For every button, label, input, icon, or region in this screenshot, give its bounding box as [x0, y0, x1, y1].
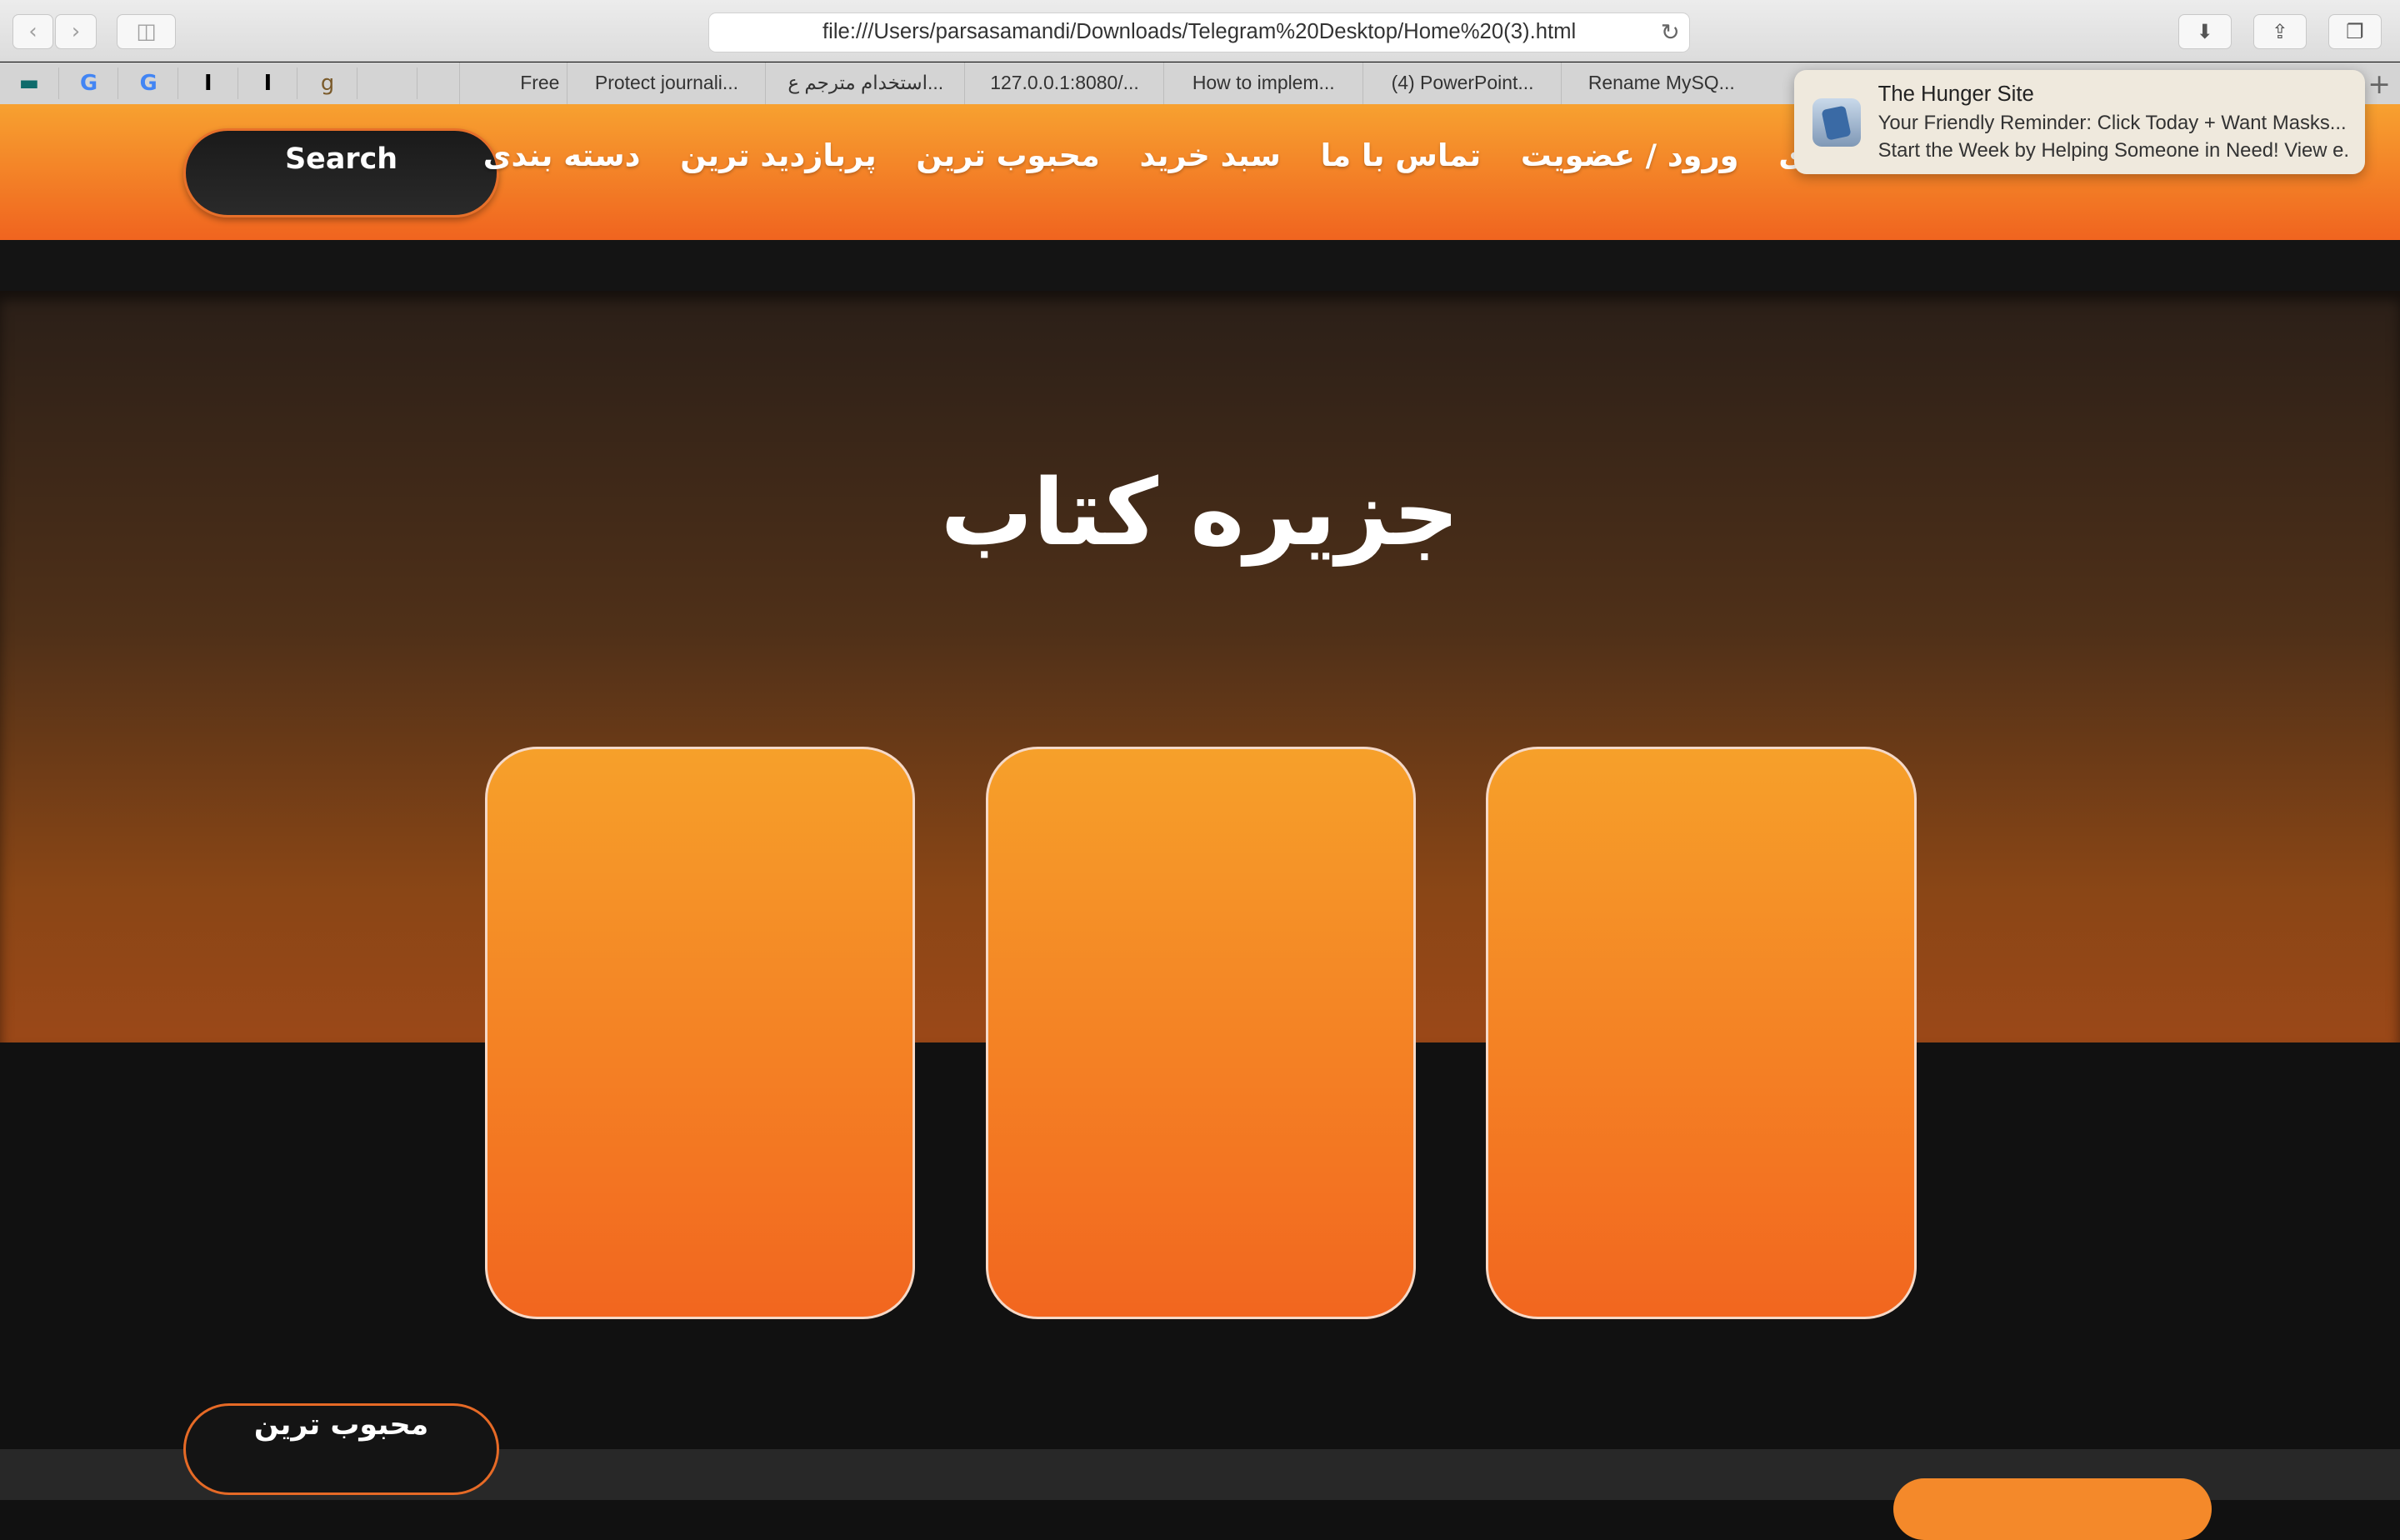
- notification-banner[interactable]: The Hunger Site Your Friendly Reminder: …: [1793, 70, 2365, 175]
- address-bar[interactable]: file:///Users/parsasamandi/Downloads/Tel…: [708, 12, 1690, 52]
- pinned-tab-bank-icon[interactable]: ▬: [0, 67, 59, 100]
- notification-line: Start the Week by Helping Someone in Nee…: [1878, 139, 2350, 162]
- pinned-tab-goodreads-icon[interactable]: g: [298, 67, 358, 100]
- menu-item-login[interactable]: ورود / عضویت: [1521, 138, 1739, 183]
- downloads-icon[interactable]: ⬇: [2178, 13, 2232, 49]
- tab[interactable]: (4) PowerPoint...: [1362, 62, 1562, 104]
- book-card[interactable]: [1486, 747, 1917, 1320]
- back-icon[interactable]: ‹: [12, 13, 54, 49]
- forward-icon[interactable]: ›: [55, 13, 97, 49]
- pinned-tab-instapaper-icon[interactable]: I: [239, 67, 298, 100]
- tab[interactable]: Rename MySQ...: [1561, 62, 1761, 104]
- section-title-popular: محبوب ترین: [183, 1403, 499, 1496]
- hero-title: جزیره کتاب: [940, 459, 1460, 566]
- notification-title: The Hunger Site: [1878, 82, 2034, 107]
- menu-item-most-viewed[interactable]: پربازدید ترین: [680, 138, 876, 183]
- sidebar-icon[interactable]: ◫: [116, 13, 177, 49]
- share-icon[interactable]: ⇪: [2252, 13, 2308, 49]
- url-text: file:///Users/parsasamandi/Downloads/Tel…: [822, 19, 1577, 43]
- section-pill-partial[interactable]: [1892, 1478, 2212, 1540]
- menu-item-cart[interactable]: سبد خرید: [1139, 138, 1280, 183]
- mail-app-icon: [1812, 98, 1862, 148]
- tabs-overview-icon[interactable]: ❐: [2328, 13, 2382, 49]
- search-button[interactable]: Search: [183, 128, 499, 218]
- main-menu: دسته بندی پربازدید ترین محبوب ترین سبد خ…: [483, 138, 1739, 183]
- menu-item-most-popular[interactable]: محبوب ترین: [916, 138, 1099, 183]
- pinned-tab-empty[interactable]: [401, 67, 460, 100]
- tab[interactable]: Protect journali...: [566, 62, 767, 104]
- tab[interactable]: Free: [459, 62, 566, 104]
- book-card[interactable]: [985, 747, 1416, 1320]
- menu-item-categories[interactable]: دسته بندی: [483, 138, 641, 183]
- new-tab-icon[interactable]: +: [2368, 68, 2391, 100]
- book-card[interactable]: [485, 747, 916, 1320]
- browser-toolbar: ‹ › ◫ file:///Users/parsasamandi/Downloa…: [0, 0, 2400, 62]
- pinned-tab-google-icon[interactable]: G: [60, 67, 119, 100]
- notification-line: Your Friendly Reminder: Click Today + Wa…: [1878, 112, 2347, 135]
- menu-item-contact[interactable]: تماس با ما: [1321, 138, 1482, 183]
- tab[interactable]: 127.0.0.1:8080/...: [964, 62, 1164, 104]
- pinned-tab-instapaper-icon[interactable]: I: [179, 67, 238, 100]
- tab[interactable]: استخدام مترجم ع...: [765, 62, 965, 104]
- pinned-tab-google-icon[interactable]: G: [119, 67, 179, 100]
- tab[interactable]: How to implem...: [1162, 62, 1363, 104]
- reload-icon[interactable]: ↻: [1661, 13, 1680, 52]
- header-shadow-band: [0, 240, 2400, 291]
